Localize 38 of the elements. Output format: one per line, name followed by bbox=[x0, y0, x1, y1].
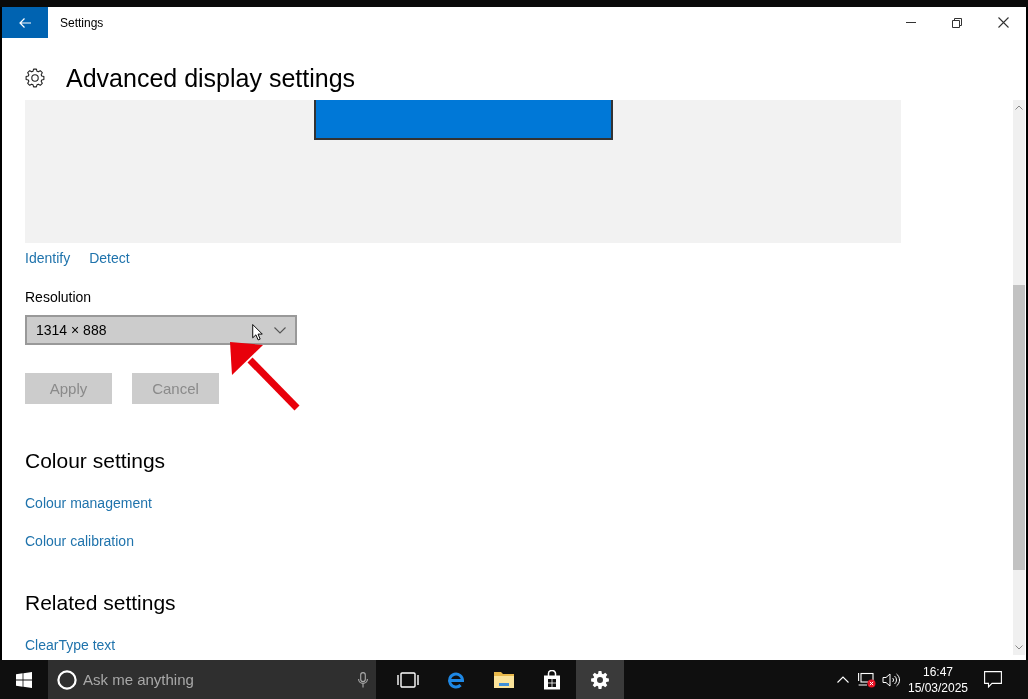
window-title: Settings bbox=[60, 15, 104, 30]
speech-bubble-icon bbox=[984, 671, 1002, 688]
close-icon bbox=[997, 17, 1009, 28]
resolution-dropdown[interactable]: 1314 × 888 bbox=[25, 315, 297, 345]
scrollbar-thumb[interactable] bbox=[1013, 285, 1025, 570]
gear-icon bbox=[591, 670, 609, 689]
folder-icon bbox=[493, 670, 515, 689]
network-error-icon bbox=[858, 671, 876, 688]
speaker-icon bbox=[882, 671, 900, 688]
ring-icon[interactable] bbox=[57, 670, 77, 690]
section-heading: Colour settings bbox=[25, 448, 166, 474]
display-link[interactable]: Detect bbox=[89, 248, 130, 268]
resolution-label: Resolution bbox=[25, 288, 92, 307]
settings-link[interactable]: ClearType text bbox=[25, 635, 116, 655]
chevron-up-icon bbox=[837, 676, 849, 683]
section-heading: Related settings bbox=[25, 590, 176, 616]
gear-icon bbox=[25, 68, 45, 88]
shopping-bag-icon bbox=[543, 669, 561, 690]
minimize-icon bbox=[906, 22, 916, 23]
scroll-down-icon[interactable] bbox=[1015, 645, 1023, 650]
task-view-icon bbox=[397, 670, 419, 689]
arrow-left-icon bbox=[19, 17, 31, 28]
clock-button[interactable]: 16:47 15/03/2025 bbox=[903, 660, 973, 699]
page-title: Advanced display settings bbox=[66, 63, 356, 94]
settings-link[interactable]: Colour management bbox=[25, 493, 152, 513]
taskbar-app-button[interactable] bbox=[576, 660, 624, 699]
windows-logo-icon bbox=[16, 671, 32, 688]
mouse-pointer-icon bbox=[252, 324, 263, 341]
chevron-down-icon bbox=[274, 326, 286, 334]
search-field[interactable]: Ask me anything bbox=[48, 660, 376, 699]
monitor-tile[interactable] bbox=[313, 100, 613, 140]
display-link[interactable]: Identify bbox=[25, 248, 71, 268]
microphone-icon[interactable] bbox=[358, 672, 368, 688]
restore-icon bbox=[952, 17, 962, 28]
back-button[interactable] bbox=[2, 7, 48, 38]
scrollbar-track[interactable] bbox=[1013, 100, 1025, 655]
scroll-up-icon[interactable] bbox=[1015, 105, 1023, 110]
settings-link[interactable]: Colour calibration bbox=[25, 531, 134, 551]
